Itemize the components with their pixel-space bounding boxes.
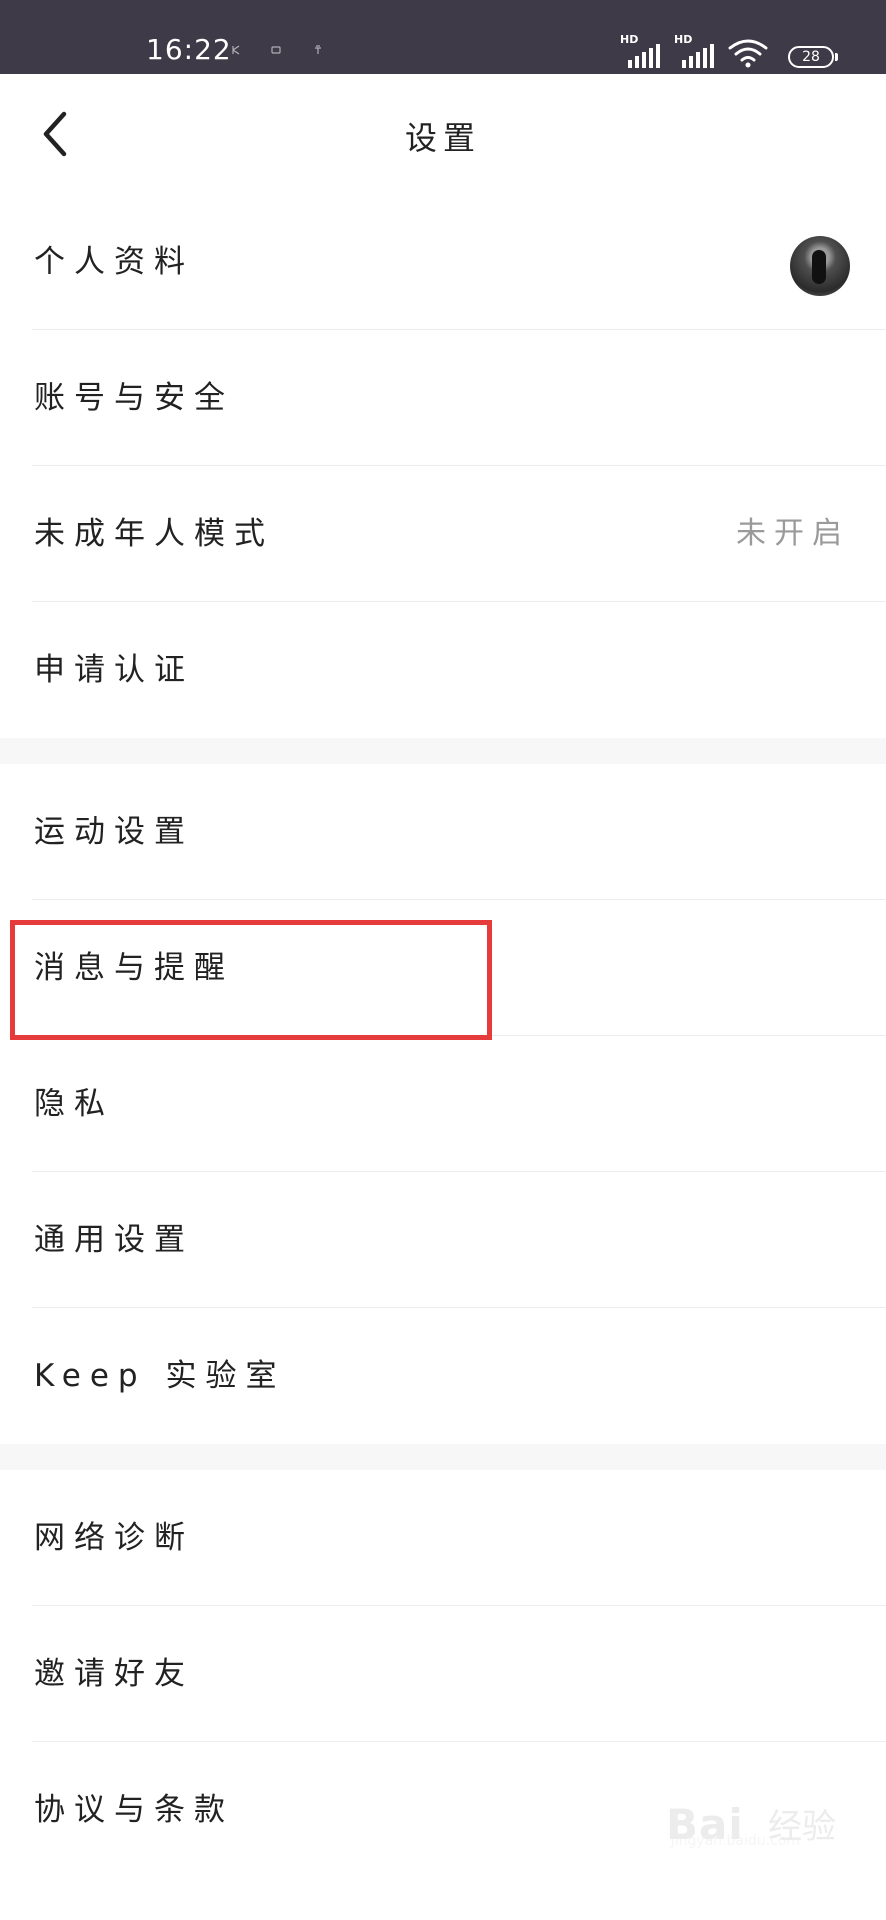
status-time: 16:22 bbox=[146, 33, 232, 66]
setting-network-diagnosis[interactable]: 网络诊断 bbox=[0, 1470, 886, 1606]
setting-label: 账号与安全 bbox=[34, 380, 234, 416]
setting-label: 协议与条款 bbox=[34, 1792, 234, 1828]
setting-label: 邀请好友 bbox=[34, 1656, 194, 1692]
header: 设置 bbox=[0, 74, 886, 194]
status-bar: 16:22 HD HD 28 bbox=[0, 0, 886, 74]
section-gap bbox=[0, 1444, 886, 1470]
wifi-icon bbox=[728, 39, 768, 68]
status-icons: HD HD 28 bbox=[620, 34, 838, 68]
signal-icon: HD bbox=[674, 34, 718, 68]
setting-label: 个人资料 bbox=[34, 244, 194, 280]
setting-invite-friends[interactable]: 邀请好友 bbox=[0, 1606, 886, 1742]
notification-icon bbox=[232, 45, 240, 55]
setting-minor-mode[interactable]: 未成年人模式 未开启 bbox=[0, 466, 886, 602]
setting-privacy[interactable]: 隐私 bbox=[0, 1036, 886, 1172]
avatar bbox=[790, 236, 850, 296]
setting-general-settings[interactable]: 通用设置 bbox=[0, 1172, 886, 1308]
setting-sport-settings[interactable]: 运动设置 bbox=[0, 764, 886, 900]
battery-level: 28 bbox=[802, 49, 820, 65]
section-gap bbox=[0, 738, 886, 764]
setting-account-security[interactable]: 账号与安全 bbox=[0, 330, 886, 466]
setting-label: 通用设置 bbox=[34, 1222, 194, 1258]
setting-keep-lab[interactable]: Keep 实验室 bbox=[0, 1308, 886, 1444]
message-icon bbox=[271, 46, 281, 54]
setting-personal-profile[interactable]: 个人资料 bbox=[0, 194, 886, 330]
setting-label: 隐私 bbox=[34, 1086, 114, 1122]
location-icon bbox=[315, 45, 321, 54]
battery-icon: 28 bbox=[788, 46, 838, 68]
setting-label: 未成年人模式 bbox=[34, 516, 274, 552]
watermark: Bai 经验 jingyan.baidu.com bbox=[666, 1794, 836, 1858]
setting-label: 申请认证 bbox=[34, 652, 194, 688]
watermark-site: jingyan.baidu.com bbox=[670, 1833, 800, 1849]
setting-label: 运动设置 bbox=[34, 814, 194, 850]
setting-apply-verification[interactable]: 申请认证 bbox=[0, 602, 886, 738]
setting-label: Keep 实验室 bbox=[34, 1358, 286, 1394]
page-title: 设置 bbox=[404, 119, 481, 157]
setting-label: 网络诊断 bbox=[34, 1520, 194, 1556]
highlight-box bbox=[10, 920, 492, 1040]
setting-value: 未开启 bbox=[736, 516, 850, 551]
signal-icon: HD bbox=[620, 34, 664, 68]
